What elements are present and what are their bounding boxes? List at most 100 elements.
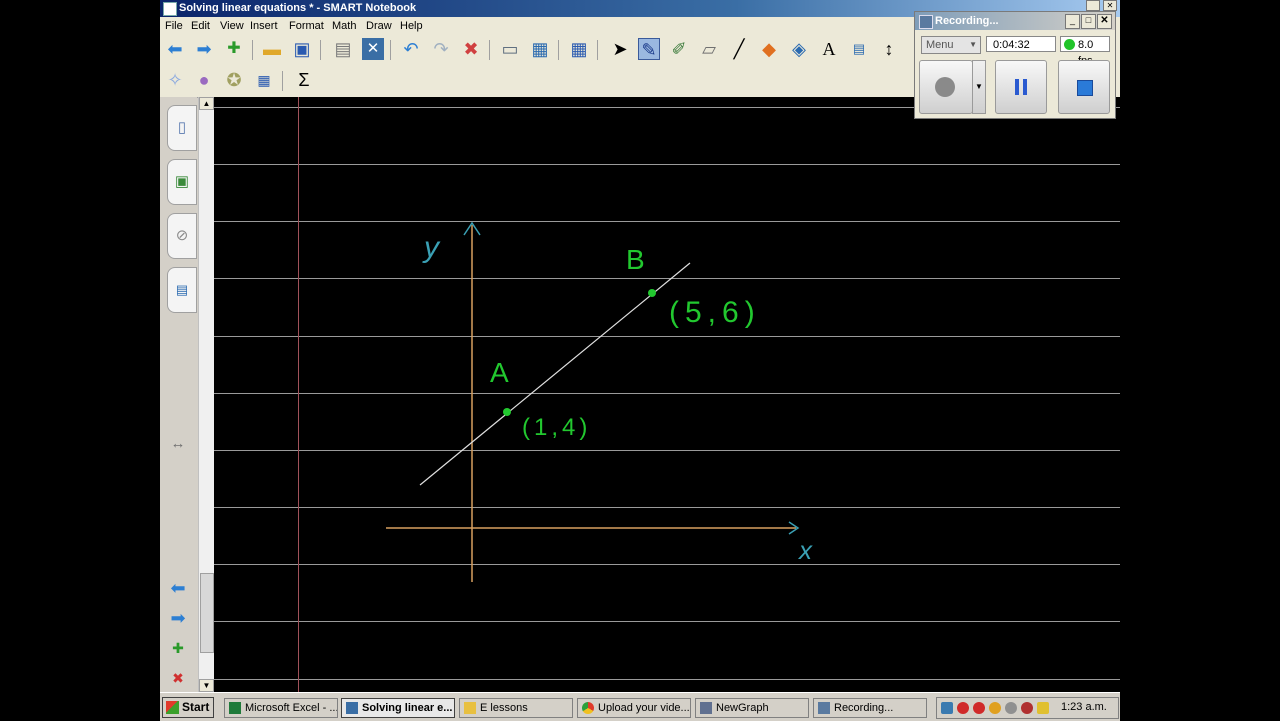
- fill-icon[interactable]: ◈: [788, 38, 810, 60]
- magic-pen-icon[interactable]: ✧: [164, 69, 186, 91]
- close-icon[interactable]: ✕: [1097, 14, 1112, 29]
- scroll-up-icon[interactable]: ▲: [199, 97, 214, 110]
- redo-icon[interactable]: ↷: [430, 38, 452, 60]
- creative-pen-icon[interactable]: ✐: [668, 38, 690, 60]
- side-tabs: ▯ ▣ ⊘ ▤ ↔ ⬅ ➡ ✚ ✖: [160, 97, 197, 692]
- table-icon[interactable]: ▦: [568, 38, 590, 60]
- eraser-icon[interactable]: ▱: [698, 38, 720, 60]
- task-label: Microsoft Excel - ...: [245, 702, 338, 714]
- notebook-close-icon[interactable]: ✕: [1103, 0, 1117, 11]
- undo-icon[interactable]: ↶: [400, 38, 422, 60]
- point-a-dot: [503, 408, 511, 416]
- math-sigma-icon[interactable]: Σ: [293, 69, 315, 91]
- tab-attachments[interactable]: ⊘: [167, 213, 197, 259]
- x-axis-label: x: [797, 535, 813, 565]
- recorder-title-bar: Recording... _ □ ✕: [915, 12, 1115, 30]
- task-label: NewGraph: [716, 702, 769, 714]
- notebook-icon: [346, 702, 358, 714]
- tray-security-icon[interactable]: [1021, 702, 1033, 714]
- add-page-side-icon[interactable]: ✚: [167, 637, 189, 659]
- tray-volume-icon[interactable]: [1005, 702, 1017, 714]
- point-b-label: B: [626, 244, 645, 275]
- maximize-icon[interactable]: □: [1081, 14, 1096, 29]
- delete-page-icon[interactable]: ✖: [167, 667, 189, 689]
- tray-antivirus-icon[interactable]: [957, 702, 969, 714]
- minimize-icon[interactable]: _: [1065, 14, 1080, 29]
- menu-math[interactable]: Math: [332, 20, 356, 32]
- fps-display: 8.0 fps: [1060, 36, 1110, 67]
- gallery-icon: ▣: [174, 173, 190, 190]
- paperclip-icon: ⊘: [175, 227, 189, 244]
- menu-edit[interactable]: Edit: [191, 20, 210, 32]
- stop-icon: [1077, 80, 1093, 96]
- start-button[interactable]: Start: [162, 697, 214, 718]
- previous-page-icon[interactable]: ⬅: [167, 577, 189, 599]
- menu-format[interactable]: Format: [289, 20, 324, 32]
- record-options-chevron-icon[interactable]: ▼: [972, 60, 986, 114]
- notebook-minimize-icon[interactable]: [1086, 0, 1100, 11]
- tray-shield-icon[interactable]: [1037, 702, 1049, 714]
- forward-arrow-icon[interactable]: ➡: [193, 38, 215, 60]
- recorder-window: Recording... _ □ ✕ Menu ▼ 0:04:32 8.0 fp…: [914, 11, 1116, 119]
- move-toolbar-icon[interactable]: ↕: [878, 38, 900, 60]
- task-folder[interactable]: E lessons: [459, 698, 573, 718]
- task-recording[interactable]: Recording...: [813, 698, 927, 718]
- recorder-menu-dropdown[interactable]: Menu ▼: [921, 36, 981, 54]
- recorder-title: Recording...: [935, 15, 999, 27]
- task-newgraph[interactable]: NewGraph: [695, 698, 809, 718]
- task-label: Upload your vide...: [598, 702, 690, 714]
- paste-icon[interactable]: ▤: [332, 38, 354, 60]
- scroll-thumb[interactable]: [200, 573, 214, 653]
- delete-icon[interactable]: ✖: [460, 38, 482, 60]
- shapes-icon[interactable]: ◆: [758, 38, 780, 60]
- whiteboard-canvas[interactable]: y x A (1,4) B (5,6): [214, 97, 1120, 692]
- menu-insert[interactable]: Insert: [250, 20, 278, 32]
- full-screen-icon[interactable]: ▦: [529, 38, 551, 60]
- save-icon[interactable]: ▣: [291, 38, 313, 60]
- stop-button[interactable]: [1058, 60, 1110, 114]
- tab-properties[interactable]: ▤: [167, 267, 197, 313]
- menu-help[interactable]: Help: [400, 20, 423, 32]
- text-icon[interactable]: A: [818, 38, 840, 60]
- tray-update-icon[interactable]: [989, 702, 1001, 714]
- delete-box-icon[interactable]: ✕: [362, 38, 384, 60]
- open-folder-icon[interactable]: ▬: [261, 38, 283, 60]
- menu-file[interactable]: File: [165, 20, 183, 32]
- screen-shade-icon[interactable]: ▭: [499, 38, 521, 60]
- vertical-scrollbar[interactable]: ▲ ▼: [198, 97, 214, 692]
- menu-view[interactable]: View: [220, 20, 244, 32]
- toolbar-separator: [252, 40, 253, 60]
- scroll-down-icon[interactable]: ▼: [199, 679, 214, 692]
- status-dot-icon: [1064, 39, 1075, 50]
- back-arrow-icon[interactable]: ⬅: [164, 38, 186, 60]
- record-button[interactable]: [919, 60, 973, 114]
- table-sum-icon[interactable]: ▦: [253, 69, 275, 91]
- task-notebook[interactable]: Solving linear e...: [341, 698, 455, 718]
- task-chrome[interactable]: Upload your vide...: [577, 698, 691, 718]
- menu-draw[interactable]: Draw: [366, 20, 392, 32]
- app-icon: [163, 2, 177, 16]
- shape-recognition-icon[interactable]: ●: [193, 69, 215, 91]
- task-label: Solving linear e...: [362, 702, 453, 714]
- add-page-icon[interactable]: ✚: [223, 38, 245, 60]
- resize-handle-icon[interactable]: ↔: [167, 433, 189, 455]
- task-excel[interactable]: Microsoft Excel - ...: [224, 698, 338, 718]
- tab-gallery[interactable]: ▣: [167, 159, 197, 205]
- tray-network-icon[interactable]: [941, 702, 953, 714]
- tray-alert-icon[interactable]: [973, 702, 985, 714]
- select-arrow-icon[interactable]: ➤: [609, 38, 631, 60]
- pause-icon-bar: [1023, 79, 1027, 95]
- next-page-icon[interactable]: ➡: [167, 607, 189, 629]
- tab-page-sorter[interactable]: ▯: [167, 105, 197, 151]
- folder-icon: [464, 702, 476, 714]
- task-label: E lessons: [480, 702, 528, 714]
- line-icon[interactable]: ╱: [728, 38, 750, 60]
- pen-icon[interactable]: ✎: [638, 38, 660, 60]
- windows-logo-icon: [166, 701, 179, 714]
- taskbar: Start Microsoft Excel - ... Solving line…: [160, 692, 1120, 721]
- point-a-coords: (1,4): [522, 414, 591, 441]
- properties-icon[interactable]: ▤: [848, 38, 870, 60]
- measure-tools-icon[interactable]: ✪: [223, 69, 245, 91]
- pause-button[interactable]: [995, 60, 1047, 114]
- pause-icon: [1015, 79, 1019, 95]
